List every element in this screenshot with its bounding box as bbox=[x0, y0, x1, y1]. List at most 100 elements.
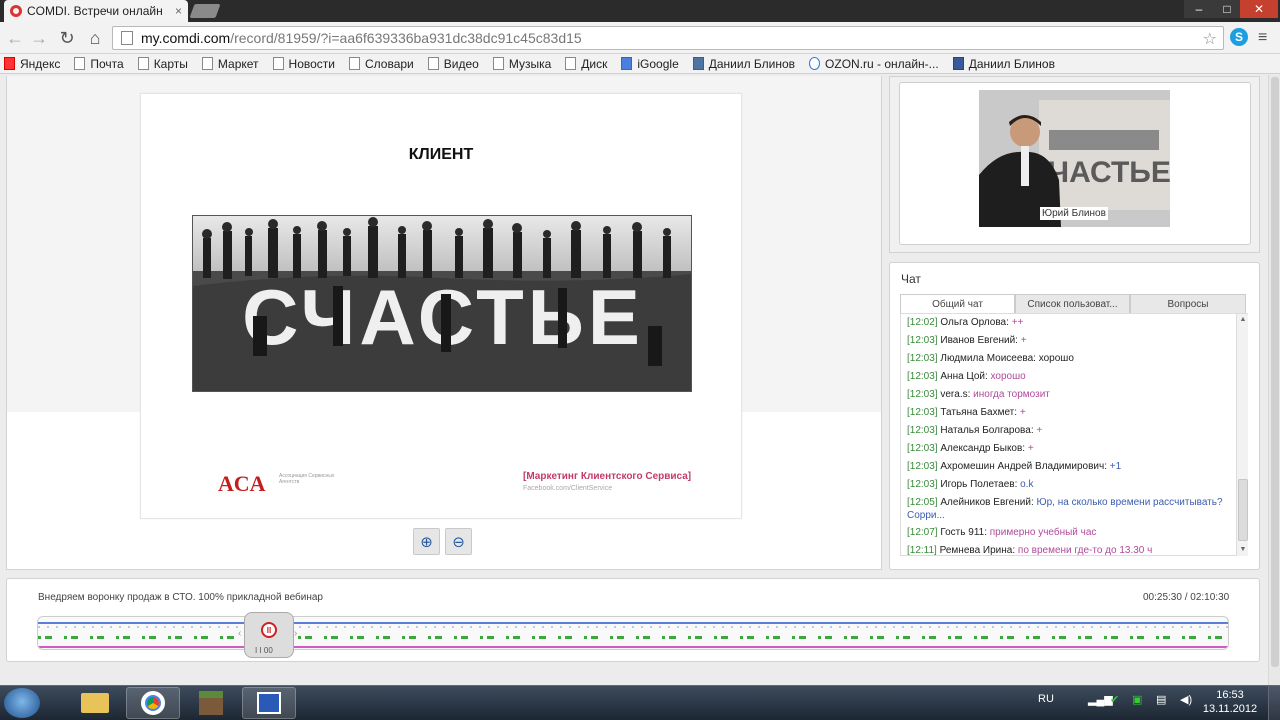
close-window-button[interactable]: ✕ bbox=[1240, 0, 1278, 18]
bookmark-11[interactable]: OZON.ru - онлайн-... bbox=[809, 57, 939, 71]
chat-message: [12:03] Татьяна Бахмет: + bbox=[907, 404, 1233, 422]
zoom-in-button[interactable]: ⊕ bbox=[413, 528, 440, 555]
chat-message: [12:03] Наталья Болгарова: + bbox=[907, 422, 1233, 440]
page-bookmark-icon bbox=[492, 57, 504, 70]
message-time: [12:03] bbox=[907, 389, 938, 400]
chat-message: [12:03] Александр Быков: + bbox=[907, 440, 1233, 458]
bookmark-label: Даниил Блинов bbox=[708, 56, 796, 71]
page-bookmark-icon bbox=[348, 57, 360, 70]
crowd-photo-image: СЧАСТЬЕ bbox=[193, 216, 691, 391]
scroll-down-icon[interactable]: ▼ bbox=[1238, 545, 1248, 555]
message-author: Людмила Моисеева: bbox=[940, 353, 1036, 364]
g-bookmark-icon bbox=[621, 57, 633, 70]
address-bar[interactable]: my.comdi.com/record/81959/?i=aa6f639336b… bbox=[112, 26, 1224, 50]
browser-tab[interactable]: COMDI. Встречи онлайн × bbox=[4, 0, 188, 22]
message-author: Ремнева Ирина: bbox=[939, 545, 1016, 556]
chat-message: [12:03] vera.s: иногда тормозит bbox=[907, 386, 1233, 404]
menu-icon[interactable]: ≡ bbox=[1258, 29, 1272, 47]
presentation-slide: КЛИЕНТ АСА Ассоциация Сервисных Агентств… bbox=[140, 93, 742, 519]
chat-scrollbar-thumb[interactable] bbox=[1238, 479, 1248, 541]
reload-icon[interactable]: ↻ bbox=[56, 27, 78, 49]
page-bookmark-icon bbox=[74, 57, 86, 70]
forward-icon[interactable]: → bbox=[28, 27, 50, 49]
tab-questions[interactable]: Вопросы bbox=[1130, 294, 1246, 314]
device-icon[interactable]: ▤ bbox=[1156, 693, 1166, 706]
green-app-icon[interactable]: ▣ bbox=[1132, 693, 1142, 706]
message-text: примерно учебный час bbox=[989, 527, 1097, 538]
fb-bookmark-icon bbox=[952, 57, 964, 70]
page-scrollbar[interactable] bbox=[1268, 75, 1280, 685]
home-icon[interactable]: ⌂ bbox=[84, 27, 106, 49]
chat-message: [12:05] Алейников Евгений: Юр, на скольк… bbox=[907, 494, 1233, 524]
remote-desktop-task-icon[interactable] bbox=[242, 687, 296, 719]
tab-title: COMDI. Встречи онлайн bbox=[27, 4, 163, 18]
bookmark-10[interactable]: Даниил Блинов bbox=[692, 56, 796, 71]
bookmark-0[interactable]: Яндекс bbox=[4, 57, 60, 71]
message-text: o.k bbox=[1020, 479, 1034, 490]
page-bookmark-icon bbox=[427, 57, 439, 70]
chat-message: [12:03] Людмила Моисеева: хорошо bbox=[907, 350, 1233, 368]
tab-user-list[interactable]: Список пользоват... bbox=[1015, 294, 1130, 314]
back-icon[interactable]: ← bbox=[4, 27, 26, 49]
timeline-blue-dots bbox=[38, 626, 1228, 628]
tab-general-chat[interactable]: Общий чат bbox=[900, 294, 1015, 314]
system-clock[interactable]: 16:53 13.11.2012 bbox=[1200, 688, 1260, 716]
check-icon[interactable]: ✔ bbox=[1110, 693, 1119, 706]
message-time: [12:03] bbox=[907, 335, 938, 346]
bookmark-star-icon[interactable]: ☆ bbox=[1203, 29, 1217, 49]
zoom-out-button[interactable]: ⊖ bbox=[445, 528, 472, 555]
page-bookmark-icon bbox=[565, 57, 577, 70]
scroll-up-icon[interactable]: ▲ bbox=[1238, 315, 1248, 325]
message-author: Алейников Евгений: bbox=[940, 497, 1034, 508]
chat-message: [12:03] Анна Цой: хорошо bbox=[907, 368, 1233, 386]
bookmark-12[interactable]: Даниил Блинов bbox=[952, 57, 1055, 71]
maximize-button[interactable]: □ bbox=[1214, 0, 1240, 18]
page-icon bbox=[121, 31, 133, 45]
chat-message: [12:03] Игорь Полетаев: o.k bbox=[907, 476, 1233, 494]
timeline-chat-activity bbox=[38, 636, 1228, 639]
bookmark-4[interactable]: Новости bbox=[272, 57, 335, 71]
page-scrollbar-thumb[interactable] bbox=[1271, 77, 1279, 667]
bookmark-label: Яндекс bbox=[20, 56, 61, 71]
bookmark-label: Видео bbox=[443, 56, 479, 71]
tab-close-icon[interactable]: × bbox=[175, 4, 182, 18]
bookmark-7[interactable]: Музыка bbox=[492, 57, 551, 71]
opera-favicon-icon bbox=[10, 5, 22, 17]
bookmark-8[interactable]: Диск bbox=[565, 57, 607, 71]
message-author: Анна Цой: bbox=[940, 371, 988, 382]
minecraft-task-icon[interactable] bbox=[184, 687, 238, 719]
chat-scrollbar[interactable]: ▲ ▼ bbox=[1236, 314, 1248, 556]
show-desktop-button[interactable] bbox=[1268, 686, 1280, 720]
message-author: Ольга Орлова: bbox=[940, 317, 1009, 328]
browser-toolbar: ← → ↻ ⌂ my.comdi.com/record/81959/?i=aa6… bbox=[0, 22, 1280, 54]
bookmark-6[interactable]: Видео bbox=[427, 56, 479, 71]
message-text: хорошо bbox=[990, 371, 1026, 382]
bookmark-5[interactable]: Словари bbox=[348, 56, 414, 71]
chrome-task-icon[interactable] bbox=[126, 687, 180, 719]
page-bookmark-icon bbox=[201, 57, 213, 70]
handle-right-arrow-icon: › bbox=[294, 628, 298, 639]
bookmark-2[interactable]: Карты bbox=[137, 57, 188, 71]
playback-timeline[interactable] bbox=[37, 616, 1229, 650]
message-text: иногда тормозит bbox=[973, 389, 1050, 400]
skype-icon[interactable]: S bbox=[1230, 28, 1248, 46]
bookmark-3[interactable]: Маркет bbox=[201, 57, 259, 71]
message-time: [12:03] bbox=[907, 461, 938, 472]
pause-icon[interactable]: II bbox=[261, 622, 277, 638]
bookmark-label: Словари bbox=[364, 56, 414, 71]
new-tab-button[interactable] bbox=[189, 4, 221, 18]
minimize-button[interactable]: – bbox=[1184, 0, 1214, 18]
slide-photo: СЧАСТЬЕ bbox=[192, 215, 692, 392]
clock-time: 16:53 bbox=[1216, 689, 1244, 701]
playback-handle[interactable]: ‹ II I I 00 › bbox=[238, 612, 300, 660]
language-indicator[interactable]: RU bbox=[1038, 693, 1054, 705]
start-button[interactable] bbox=[4, 688, 40, 718]
bookmark-1[interactable]: Почта bbox=[74, 57, 124, 71]
explorer-task-icon[interactable] bbox=[68, 687, 122, 719]
signal-icon[interactable]: ▂▄▆ bbox=[1088, 693, 1113, 706]
volume-icon[interactable]: ◀) bbox=[1180, 693, 1192, 706]
message-author: Наталья Болгарова: bbox=[940, 425, 1034, 436]
bookmark-9[interactable]: iGoogle bbox=[621, 56, 679, 71]
bookmark-label: iGoogle bbox=[637, 56, 679, 71]
handle-left-arrow-icon: ‹ bbox=[238, 628, 242, 639]
